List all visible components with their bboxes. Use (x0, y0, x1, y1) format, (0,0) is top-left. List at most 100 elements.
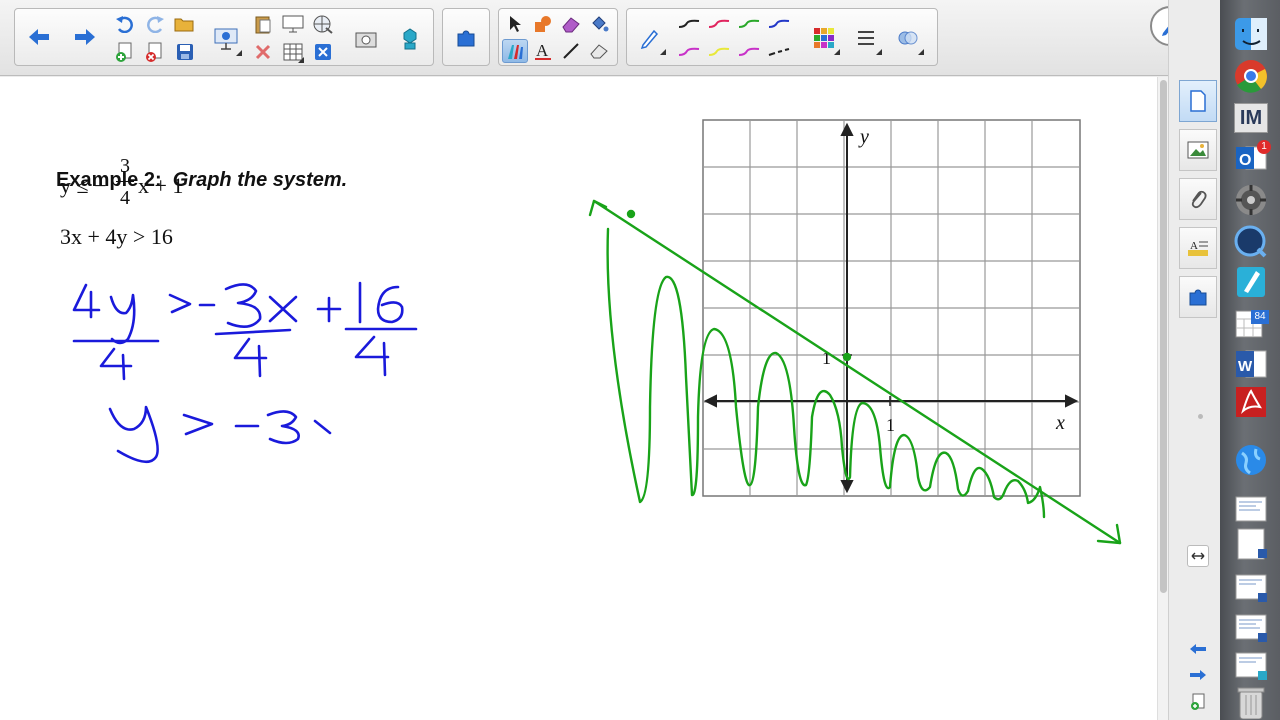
screen-shade-button[interactable] (209, 21, 243, 57)
document-3-dock-icon[interactable] (1233, 570, 1269, 606)
capture-button[interactable] (311, 12, 335, 36)
dock: IM O 1 84 W (1220, 0, 1280, 720)
side-previous-button[interactable] (1187, 640, 1209, 658)
finder-dock-icon[interactable] (1233, 16, 1269, 52)
pen-squiggle-icon (708, 19, 730, 28)
transparency-button[interactable] (891, 20, 925, 56)
paint-bucket-icon (592, 16, 609, 32)
system-preferences-dock-icon[interactable] (1233, 182, 1269, 218)
ink-point-y-intercept (842, 352, 852, 362)
properties-icon: A (1188, 240, 1208, 256)
side-tab-panel: A (1168, 0, 1220, 720)
calendar-dock-icon[interactable]: 84 (1233, 306, 1269, 342)
pen-style-3-button[interactable] (735, 12, 763, 36)
document-camera-button[interactable] (393, 21, 427, 57)
delete-page-button[interactable] (143, 40, 167, 64)
color-palette-button[interactable] (807, 20, 841, 56)
fill-tool-button[interactable] (586, 12, 612, 36)
document-4-dock-icon[interactable] (1233, 610, 1269, 646)
globe-icon (1236, 445, 1266, 475)
paperclip-icon (1191, 190, 1207, 209)
pen-squiggle-icon (738, 19, 760, 28)
pen-style-4-button[interactable] (765, 12, 793, 36)
notebook-window: A Example 2: Graph the system. y ≤ − 3 4… (0, 0, 1280, 720)
im-dock-icon[interactable]: IM (1233, 100, 1269, 136)
camera-icon (355, 32, 377, 48)
gallery-tab[interactable] (1179, 129, 1217, 171)
full-screen-button[interactable] (281, 12, 305, 36)
toolbar-group-main (14, 8, 434, 66)
dropdown-corner-icon (236, 50, 242, 56)
pen-style-2-button[interactable] (705, 12, 733, 36)
page-sorter-tab[interactable] (1179, 80, 1217, 122)
redo-button[interactable] (143, 12, 167, 36)
pen-style-5-button[interactable] (675, 40, 703, 64)
shapes-tool-button[interactable] (530, 12, 556, 36)
select-tool-button[interactable] (502, 12, 528, 36)
new-page-button[interactable] (113, 40, 137, 64)
previous-page-button[interactable] (21, 19, 57, 55)
pens-icon (508, 45, 523, 59)
chrome-dock-icon[interactable] (1233, 58, 1269, 94)
word-dock-icon[interactable]: W (1233, 346, 1269, 382)
delete-button[interactable] (251, 40, 275, 64)
pens-tool-button[interactable] (502, 39, 528, 63)
side-next-button[interactable] (1187, 666, 1209, 684)
pen-style-7-button[interactable] (735, 40, 763, 64)
pen-style-8-button[interactable] (765, 40, 793, 64)
calendar-badge: 84 (1251, 310, 1269, 324)
quicktime-dock-icon[interactable] (1233, 224, 1269, 260)
text-tool-button[interactable]: A (530, 39, 556, 63)
pen-properties-button[interactable] (633, 20, 667, 56)
toolbar-group-addons (442, 8, 490, 66)
document-camera-icon (403, 28, 417, 50)
line-icon (563, 43, 579, 59)
pointer-arrow-icon (510, 16, 521, 32)
attachments-tab[interactable] (1179, 178, 1217, 220)
trash-dock-icon[interactable] (1233, 684, 1269, 720)
add-ons-tab[interactable] (1179, 276, 1217, 318)
document-2-dock-icon[interactable] (1233, 526, 1269, 562)
add-ons-button[interactable] (449, 20, 483, 56)
smart-notebook-dock-icon[interactable] (1233, 264, 1269, 300)
document-5-dock-icon[interactable] (1233, 648, 1269, 684)
insert-table-button[interactable] (281, 40, 305, 64)
save-icon (177, 44, 193, 60)
camera-button[interactable] (349, 21, 383, 57)
toolbar-group-pen-styles (626, 8, 938, 66)
eraser-gray-icon (590, 44, 608, 59)
properties-tab[interactable]: A (1179, 227, 1217, 269)
outlook-dock-icon[interactable]: O 1 (1233, 140, 1271, 176)
line-tool-button[interactable] (558, 39, 584, 63)
quicktime-icon (1234, 225, 1267, 258)
paste-button[interactable] (251, 12, 275, 36)
vertical-scrollbar[interactable] (1157, 77, 1168, 720)
document-thumbnail-icon (1235, 496, 1267, 522)
svg-text:W: W (1238, 358, 1253, 375)
open-file-button[interactable] (173, 12, 197, 36)
notebook-page[interactable]: Example 2: Graph the system. y ≤ − 3 4 x… (0, 77, 1157, 720)
network-dock-icon[interactable] (1233, 442, 1269, 478)
next-page-button[interactable] (67, 19, 103, 55)
pen-style-1-button[interactable] (675, 12, 703, 36)
svg-text:A: A (1190, 240, 1198, 252)
undo-button[interactable] (113, 12, 137, 36)
scrollbar-thumb[interactable] (1160, 80, 1167, 593)
transparency-icon (898, 31, 918, 45)
document-thumbnail-icon (1235, 652, 1267, 680)
line-style-button[interactable] (849, 20, 883, 56)
acrobat-dock-icon[interactable] (1233, 384, 1269, 420)
ink-shading-scribble (606, 227, 1046, 519)
magic-eraser-button[interactable] (586, 39, 612, 63)
document-1-dock-icon[interactable] (1233, 492, 1269, 528)
panel-width-button[interactable] (1187, 545, 1209, 567)
save-button[interactable] (173, 40, 197, 64)
eraser-tool-button[interactable] (558, 12, 584, 36)
document-thumbnail-icon (1235, 614, 1267, 642)
folder-open-icon (174, 18, 194, 32)
pen-squiggle-icon (738, 47, 760, 56)
pen-style-6-button[interactable] (705, 40, 733, 64)
text-a-icon: A (535, 41, 551, 60)
side-add-page-button[interactable] (1187, 692, 1209, 712)
close-button[interactable] (311, 40, 335, 64)
